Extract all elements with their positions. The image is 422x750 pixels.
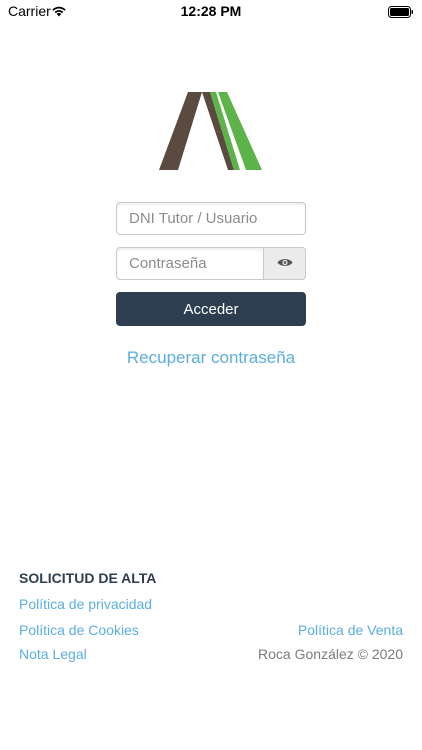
- brand-logo: [158, 90, 264, 177]
- eye-icon: [277, 255, 293, 273]
- user-field[interactable]: [116, 202, 306, 235]
- battery-icon: [388, 5, 414, 23]
- signup-title[interactable]: SOLICITUD DE ALTA: [19, 570, 156, 586]
- status-bar: Carrier 12:28 PM: [0, 0, 422, 24]
- user-input[interactable]: [117, 203, 305, 234]
- login-button[interactable]: Acceder: [116, 292, 306, 326]
- password-input[interactable]: [117, 248, 263, 279]
- status-time: 12:28 PM: [180, 3, 242, 19]
- recover-password-link[interactable]: Recuperar contraseña: [0, 348, 422, 368]
- cookies-policy-link[interactable]: Política de Cookies: [19, 622, 139, 638]
- sales-policy-link[interactable]: Política de Venta: [298, 622, 403, 638]
- password-field[interactable]: [116, 247, 264, 280]
- show-password-button[interactable]: [263, 247, 306, 280]
- legal-note-link[interactable]: Nota Legal: [19, 646, 87, 662]
- privacy-policy-link[interactable]: Política de privacidad: [19, 596, 152, 612]
- copyright-text: Roca González © 2020: [258, 646, 403, 662]
